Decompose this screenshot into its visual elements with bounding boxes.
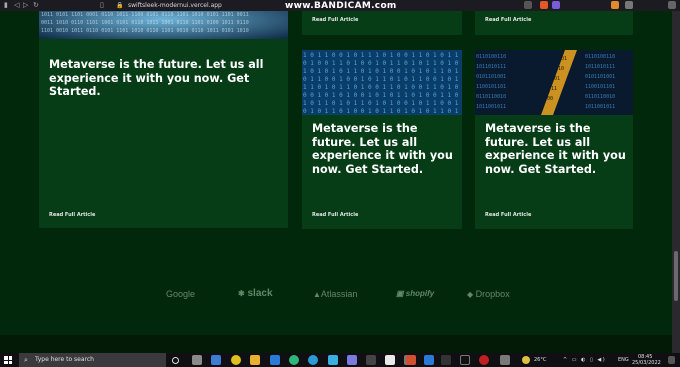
svg-text:1011 0101 1101 0001 0110 1011: 1011 0101 1101 0001 0110 1011 1100 0101 … (41, 12, 249, 18)
read-more-link[interactable]: Read Full Article (312, 17, 358, 23)
footer (0, 335, 672, 353)
brave-icon[interactable] (406, 355, 416, 365)
svg-text:01: 01 (554, 76, 560, 82)
article-card-top[interactable]: Read Full Article (475, 11, 633, 35)
svg-text:1100101101: 1100101101 (585, 84, 615, 90)
binary-code-image: 0110 1001 0111 0010 1101 0110 1001 0011 … (39, 11, 288, 39)
svg-text:1101 0010 1011 0110 0101 1101: 1101 0010 1011 0110 0101 1101 1010 0110 … (41, 28, 249, 34)
svg-text:0110110010: 0110110010 (585, 94, 615, 100)
app-icon[interactable] (328, 355, 338, 365)
url-text: swiftsleek-modernui.vercel.app (128, 2, 222, 9)
atlassian-icon: ▲ (313, 290, 321, 299)
taskbar-search[interactable]: ⌕ Type here to search (19, 353, 166, 367)
browser-toolbar: ▮ ◁ ▷ ↻ ▯ 🔒 swiftsleek-modernui.vercel.a… (0, 0, 680, 11)
svg-text:1011001011: 1011001011 (585, 104, 615, 110)
svg-text:1100101101: 1100101101 (476, 84, 506, 90)
tray-icons[interactable]: ^ ▭ ◐ ▯ ◀) (563, 357, 606, 363)
amazon-icon[interactable] (385, 355, 395, 365)
binary-stream-image: 0110100110 1011010111 0101101001 1100101… (475, 50, 633, 115)
record-icon[interactable] (479, 355, 489, 365)
dropbox-icon: ◆ (467, 290, 474, 299)
file-explorer-icon[interactable] (250, 355, 260, 365)
blue-binary-image: 1 0 1 1 0 0 1 0 1 1 1 0 1 0 0 1 1 0 1 0 … (302, 50, 462, 115)
page-scrollbar[interactable] (672, 11, 680, 353)
read-more-link[interactable]: Read Full Article (49, 212, 95, 218)
temperature[interactable]: 26°C (534, 357, 546, 363)
taskbar: ⌕ Type here to search 26°C ^ ▭ ◐ ▯ ◀) EN… (0, 353, 680, 367)
recording-watermark: www.BANDICAM.com (285, 1, 397, 11)
windows-start-icon[interactable] (4, 356, 12, 364)
brand-logos: Google ✱ slack ▲Atlassian ▣ shopify ◆ Dr… (0, 287, 672, 301)
bookmark-icon[interactable]: ▯ (100, 1, 104, 10)
app-icon[interactable] (366, 355, 376, 365)
atlassian-logo: ▲Atlassian (313, 289, 358, 299)
extensions-icon[interactable] (625, 1, 633, 9)
svg-text:0101101001: 0101101001 (476, 74, 506, 80)
terminal-icon[interactable] (460, 355, 470, 365)
svg-text:10: 10 (558, 66, 564, 72)
vscode-icon[interactable] (270, 355, 280, 365)
article-card[interactable]: 0110100110 1011010111 0101101001 1100101… (475, 50, 633, 229)
article-title[interactable]: Metaverse is the future. Let us all expe… (312, 122, 457, 176)
article-card-large[interactable]: 0110 1001 0111 0010 1101 0110 1001 0011 … (39, 11, 288, 228)
web-page: 0110 1001 0111 0010 1101 0110 1001 0011 … (0, 11, 672, 353)
dropbox-logo: ◆ Dropbox (467, 289, 510, 299)
google-logo: Google (166, 289, 196, 299)
svg-text:1011001011: 1011001011 (476, 104, 506, 110)
svg-text:1011010111: 1011010111 (585, 64, 615, 70)
shopify-logo: ▣ shopify (396, 289, 435, 298)
rewards-icon[interactable] (552, 1, 560, 9)
svg-text:0101101001: 0101101001 (585, 74, 615, 80)
read-more-link[interactable]: Read Full Article (312, 212, 358, 218)
svg-text:00: 00 (547, 96, 553, 102)
task-view-icon[interactable] (192, 355, 202, 365)
edge-icon[interactable] (308, 355, 318, 365)
cortana-icon[interactable] (172, 357, 179, 364)
lock-icon: 🔒 (116, 2, 124, 9)
sidebar-toggle-icon[interactable]: ▮ (4, 1, 8, 10)
dropbox-app-icon[interactable] (211, 355, 221, 365)
app-icon[interactable] (441, 355, 451, 365)
shopify-bag-icon: ▣ (396, 289, 404, 298)
slack-logo: ✱ slack (238, 288, 273, 299)
svg-text:0110100110: 0110100110 (476, 54, 506, 60)
app-icon[interactable] (500, 355, 510, 365)
notification-icon[interactable] (668, 356, 675, 364)
article-title[interactable]: Metaverse is the future. Let us all expe… (49, 58, 281, 99)
article-card-top[interactable]: Read Full Article (302, 11, 462, 35)
svg-text:1011010111: 1011010111 (476, 64, 506, 70)
svg-text:01: 01 (561, 56, 567, 62)
search-icon: ⌕ (24, 356, 28, 364)
article-title[interactable]: Metaverse is the future. Let us all expe… (485, 122, 628, 176)
back-icon[interactable]: ◁ (14, 1, 19, 10)
svg-text:11: 11 (551, 86, 557, 92)
weather-icon (522, 356, 530, 364)
article-card[interactable]: 1 0 1 1 0 0 1 0 1 1 1 0 1 0 0 1 1 0 1 0 … (302, 50, 462, 229)
app-icon[interactable] (289, 355, 299, 365)
search-placeholder: Type here to search (35, 356, 94, 363)
clock-date[interactable]: 25/03/2022 (632, 360, 661, 366)
metamask-icon[interactable] (611, 1, 619, 9)
menu-icon[interactable] (668, 1, 676, 9)
language-indicator[interactable]: ENG (618, 357, 629, 363)
scrollbar-thumb[interactable] (674, 251, 678, 301)
share-icon[interactable] (524, 1, 532, 9)
brave-shield-icon[interactable] (540, 1, 548, 9)
app-icon[interactable] (347, 355, 357, 365)
svg-text:0110100110: 0110100110 (585, 54, 615, 60)
slack-icon: ✱ (238, 289, 245, 298)
svg-text:0110110010: 0110110010 (476, 94, 506, 100)
chrome-icon[interactable] (231, 355, 241, 365)
read-more-link[interactable]: Read Full Article (485, 212, 531, 218)
vscode-icon[interactable] (424, 355, 434, 365)
read-more-link[interactable]: Read Full Article (485, 17, 531, 23)
reload-icon[interactable]: ↻ (33, 1, 39, 10)
svg-text:0011 1010 0110 1101 1001 0101: 0011 1010 0110 1101 1001 0101 0110 1011 … (41, 20, 249, 26)
forward-icon[interactable]: ▷ (23, 1, 28, 10)
